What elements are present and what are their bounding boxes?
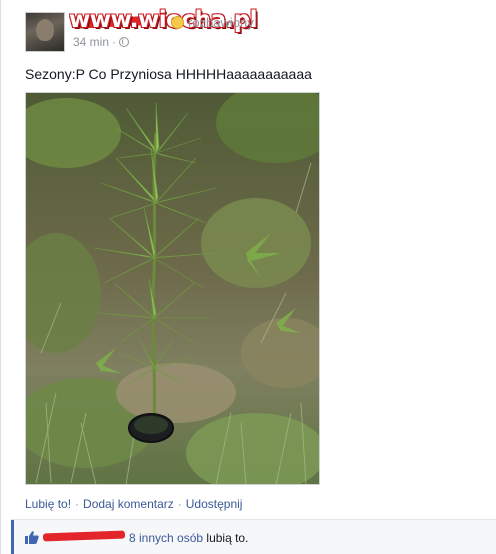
like-link[interactable]: Lubię to! <box>25 497 71 511</box>
post-actions: Lubię to! · Dodaj komentarz · Udostępnij <box>25 497 242 511</box>
globe-icon[interactable] <box>119 37 130 47</box>
cannabis-plant-photo <box>26 93 319 484</box>
feed-post: www.wiocha.pl rozbawiony 34 min · Sezony:… <box>0 0 496 554</box>
author-avatar[interactable] <box>25 12 65 52</box>
feeling-text: rozbawiony <box>188 15 254 30</box>
thumbs-up-icon[interactable] <box>25 531 39 544</box>
post-meta: 34 min · <box>73 35 130 49</box>
liker-name-redaction <box>42 530 126 542</box>
feeling-label: rozbawiony <box>171 15 254 30</box>
meta-separator: · <box>112 35 117 49</box>
post-photo[interactable] <box>25 92 320 485</box>
post-status-text: Sezony:P Co Przyniosa HHHHHaaaaaaaaaaa <box>25 66 312 82</box>
others-likes-link[interactable]: 8 innych osób <box>129 531 203 545</box>
likes-accent-bar <box>11 520 14 554</box>
feeling-emoji-icon <box>171 16 184 29</box>
action-separator: · <box>75 497 80 511</box>
likes-suffix: lubią to. <box>206 531 249 545</box>
share-link[interactable]: Udostępnij <box>186 497 243 511</box>
likes-text: 8 innych osób lubią to. <box>129 531 248 545</box>
comment-link[interactable]: Dodaj komentarz <box>83 497 174 511</box>
likes-summary: 8 innych osób lubią to. <box>11 519 496 554</box>
action-separator: · <box>177 497 182 511</box>
post-timestamp[interactable]: 34 min <box>73 35 109 49</box>
